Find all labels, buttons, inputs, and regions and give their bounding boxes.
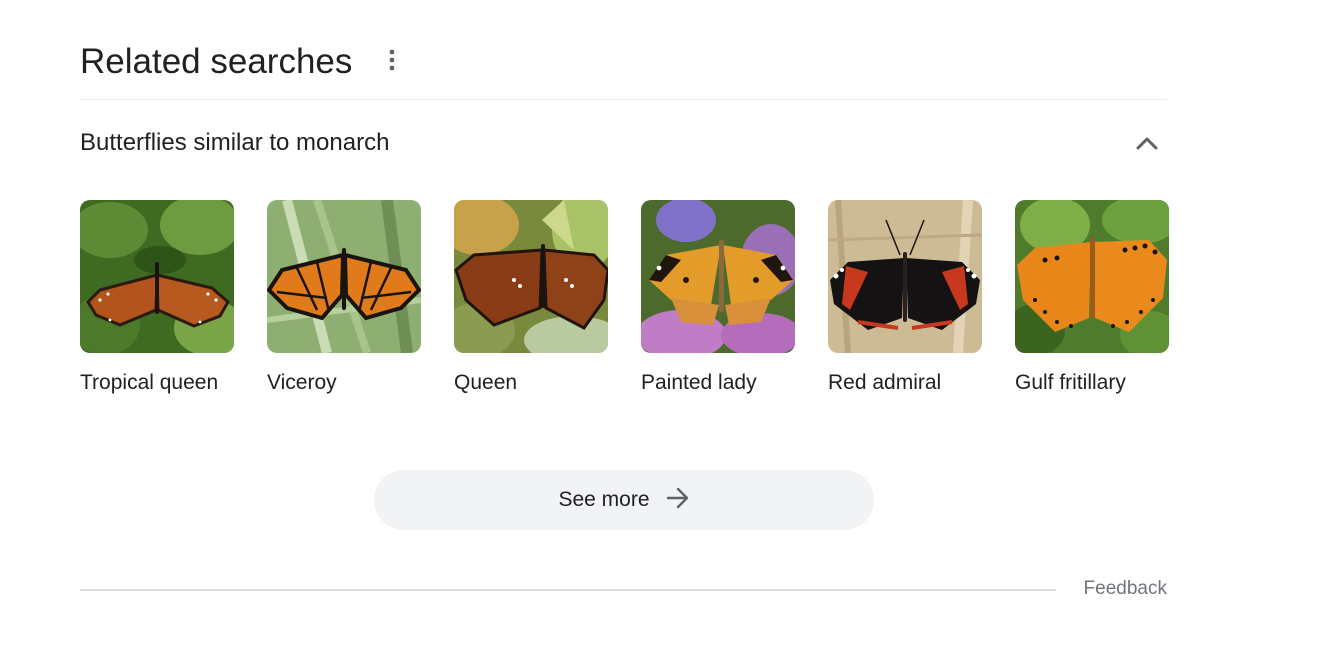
card-label: Gulf fritillary bbox=[1015, 371, 1126, 394]
three-dot-vertical-icon bbox=[389, 49, 395, 76]
card-gulf-fritillary[interactable]: Gulf fritillary bbox=[1015, 200, 1169, 398]
section-header: Related searches bbox=[80, 40, 410, 84]
see-more-button[interactable]: See more bbox=[374, 470, 874, 530]
footer-divider bbox=[80, 589, 1056, 591]
related-cards: Tropical queen Viceroy Queen Painted lad… bbox=[80, 200, 1169, 398]
gulf-fritillary-butterfly-photo[interactable] bbox=[1015, 200, 1169, 353]
card-label: Painted lady bbox=[641, 371, 757, 394]
card-queen[interactable]: Queen bbox=[454, 200, 608, 398]
card-tropical-queen[interactable]: Tropical queen bbox=[80, 200, 234, 398]
card-painted-lady[interactable]: Painted lady bbox=[641, 200, 795, 398]
see-more-label: See more bbox=[558, 488, 650, 511]
chevron-up-icon[interactable] bbox=[1133, 129, 1161, 157]
feedback-link[interactable]: Feedback bbox=[1084, 578, 1167, 600]
group-toggle[interactable]: Butterflies similar to monarch bbox=[80, 124, 1167, 162]
card-label: Red admiral bbox=[828, 371, 942, 394]
section-divider bbox=[80, 99, 1167, 100]
arrow-right-icon bbox=[666, 487, 690, 514]
painted-lady-butterfly-photo[interactable] bbox=[641, 200, 795, 353]
queen-butterfly-photo[interactable] bbox=[454, 200, 608, 353]
card-viceroy[interactable]: Viceroy bbox=[267, 200, 421, 398]
tropical-queen-butterfly-photo[interactable] bbox=[80, 200, 234, 353]
more-options-button[interactable] bbox=[374, 44, 410, 80]
red-admiral-butterfly-photo[interactable] bbox=[828, 200, 982, 353]
card-red-admiral[interactable]: Red admiral bbox=[828, 200, 982, 398]
group-title: Butterflies similar to monarch bbox=[80, 129, 390, 156]
viceroy-butterfly-photo[interactable] bbox=[267, 200, 421, 353]
card-label: Queen bbox=[454, 371, 518, 394]
card-label: Tropical queen bbox=[80, 371, 219, 394]
card-label: Viceroy bbox=[267, 371, 337, 394]
section-title: Related searches bbox=[80, 42, 353, 81]
